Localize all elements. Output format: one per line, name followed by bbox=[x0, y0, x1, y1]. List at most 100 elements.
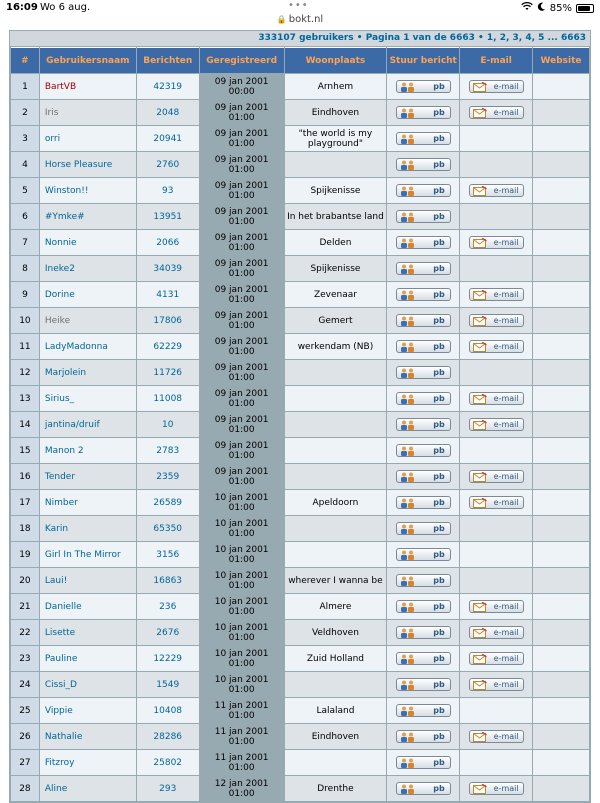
send-pm-button[interactable]: pb bbox=[395, 444, 451, 457]
username-link[interactable]: Manon 2 bbox=[39, 438, 136, 463]
post-count[interactable]: 2359 bbox=[136, 464, 199, 489]
send-pm-button[interactable]: pb bbox=[395, 496, 451, 509]
username-link[interactable]: orri bbox=[39, 126, 136, 151]
email-button[interactable]: e-mail bbox=[468, 392, 524, 405]
username-link[interactable]: Iris bbox=[39, 100, 136, 125]
col-website[interactable]: Website bbox=[533, 47, 589, 73]
send-pm-button[interactable]: pb bbox=[395, 756, 451, 769]
send-pm-button[interactable]: pb bbox=[395, 600, 451, 613]
username-link[interactable]: Winston!! bbox=[39, 178, 136, 203]
username-link[interactable]: #Ymke# bbox=[39, 204, 136, 229]
post-count[interactable]: 62229 bbox=[136, 334, 199, 359]
username-link[interactable]: Pauline bbox=[39, 646, 136, 671]
send-pm-button[interactable]: pb bbox=[395, 340, 451, 353]
email-button[interactable]: e-mail bbox=[468, 340, 524, 353]
username-link[interactable]: Karin bbox=[39, 516, 136, 541]
username-link[interactable]: Heike bbox=[39, 308, 136, 333]
col-posts[interactable]: Berichten bbox=[136, 47, 199, 73]
send-pm-button[interactable]: pb bbox=[395, 678, 451, 691]
col-registered[interactable]: Geregistreerd bbox=[199, 47, 284, 73]
email-button[interactable]: e-mail bbox=[468, 782, 524, 795]
post-count[interactable]: 28286 bbox=[136, 724, 199, 749]
email-button[interactable]: e-mail bbox=[468, 730, 524, 743]
username-link[interactable]: Nathalie bbox=[39, 724, 136, 749]
post-count[interactable]: 11726 bbox=[136, 360, 199, 385]
username-link[interactable]: Sirius_ bbox=[39, 386, 136, 411]
send-pm-button[interactable]: pb bbox=[395, 548, 451, 561]
post-count[interactable]: 2066 bbox=[136, 230, 199, 255]
email-button[interactable]: e-mail bbox=[468, 678, 524, 691]
send-pm-button[interactable]: pb bbox=[395, 236, 451, 249]
username-link[interactable]: Tender bbox=[39, 464, 136, 489]
send-pm-button[interactable]: pb bbox=[395, 522, 451, 535]
username-link[interactable]: Nonnie bbox=[39, 230, 136, 255]
email-button[interactable]: e-mail bbox=[468, 418, 524, 431]
send-pm-button[interactable]: pb bbox=[395, 106, 451, 119]
send-pm-button[interactable]: pb bbox=[395, 626, 451, 639]
email-button[interactable]: e-mail bbox=[468, 106, 524, 119]
send-pm-button[interactable]: pb bbox=[395, 314, 451, 327]
email-button[interactable]: e-mail bbox=[468, 652, 524, 665]
post-count[interactable]: 42319 bbox=[136, 74, 199, 99]
post-count[interactable]: 12229 bbox=[136, 646, 199, 671]
send-pm-button[interactable]: pb bbox=[395, 80, 451, 93]
col-number[interactable]: # bbox=[11, 47, 39, 73]
post-count[interactable]: 17806 bbox=[136, 308, 199, 333]
email-button[interactable]: e-mail bbox=[468, 80, 524, 93]
username-link[interactable]: Lisette bbox=[39, 620, 136, 645]
username-link[interactable]: Nimber bbox=[39, 490, 136, 515]
send-pm-button[interactable]: pb bbox=[395, 392, 451, 405]
post-count[interactable]: 10408 bbox=[136, 698, 199, 723]
address-bar[interactable]: 🔒 bokt.nl bbox=[0, 14, 600, 30]
send-pm-button[interactable]: pb bbox=[395, 418, 451, 431]
col-location[interactable]: Woonplaats bbox=[284, 47, 387, 73]
username-link[interactable]: Aline bbox=[39, 776, 136, 801]
username-link[interactable]: LadyMadonna bbox=[39, 334, 136, 359]
post-count[interactable]: 13951 bbox=[136, 204, 199, 229]
post-count[interactable]: 93 bbox=[136, 178, 199, 203]
post-count[interactable]: 236 bbox=[136, 594, 199, 619]
post-count[interactable]: 34039 bbox=[136, 256, 199, 281]
username-link[interactable]: Girl In The Mirror bbox=[39, 542, 136, 567]
post-count[interactable]: 293 bbox=[136, 776, 199, 801]
post-count[interactable]: 16863 bbox=[136, 568, 199, 593]
send-pm-button[interactable]: pb bbox=[395, 704, 451, 717]
post-count[interactable]: 4131 bbox=[136, 282, 199, 307]
email-button[interactable]: e-mail bbox=[468, 314, 524, 327]
post-count[interactable]: 20941 bbox=[136, 126, 199, 151]
username-link[interactable]: Ineke2 bbox=[39, 256, 136, 281]
post-count[interactable]: 1549 bbox=[136, 672, 199, 697]
send-pm-button[interactable]: pb bbox=[395, 262, 451, 275]
username-link[interactable]: Dorine bbox=[39, 282, 136, 307]
post-count[interactable]: 3156 bbox=[136, 542, 199, 567]
username-link[interactable]: Vippie bbox=[39, 698, 136, 723]
post-count[interactable]: 25802 bbox=[136, 750, 199, 775]
send-pm-button[interactable]: pb bbox=[395, 210, 451, 223]
post-count[interactable]: 2783 bbox=[136, 438, 199, 463]
send-pm-button[interactable]: pb bbox=[395, 730, 451, 743]
col-username[interactable]: Gebruikersnaam bbox=[39, 47, 136, 73]
email-button[interactable]: e-mail bbox=[468, 600, 524, 613]
username-link[interactable]: Horse Pleasure bbox=[39, 152, 136, 177]
send-pm-button[interactable]: pb bbox=[395, 366, 451, 379]
username-link[interactable]: BartVB bbox=[39, 74, 136, 99]
post-count[interactable]: 11008 bbox=[136, 386, 199, 411]
send-pm-button[interactable]: pb bbox=[395, 470, 451, 483]
send-pm-button[interactable]: pb bbox=[395, 574, 451, 587]
post-count[interactable]: 2760 bbox=[136, 152, 199, 177]
username-link[interactable]: Danielle bbox=[39, 594, 136, 619]
post-count[interactable]: 2048 bbox=[136, 100, 199, 125]
send-pm-button[interactable]: pb bbox=[395, 184, 451, 197]
multitask-dots-icon[interactable]: ••• bbox=[288, 0, 309, 11]
post-count[interactable]: 10 bbox=[136, 412, 199, 437]
email-button[interactable]: e-mail bbox=[468, 236, 524, 249]
send-pm-button[interactable]: pb bbox=[395, 132, 451, 145]
email-button[interactable]: e-mail bbox=[468, 288, 524, 301]
post-count[interactable]: 2676 bbox=[136, 620, 199, 645]
email-button[interactable]: e-mail bbox=[468, 496, 524, 509]
email-button[interactable]: e-mail bbox=[468, 626, 524, 639]
username-link[interactable]: Laui! bbox=[39, 568, 136, 593]
send-pm-button[interactable]: pb bbox=[395, 158, 451, 171]
send-pm-button[interactable]: pb bbox=[395, 782, 451, 795]
username-link[interactable]: Fitzroy bbox=[39, 750, 136, 775]
